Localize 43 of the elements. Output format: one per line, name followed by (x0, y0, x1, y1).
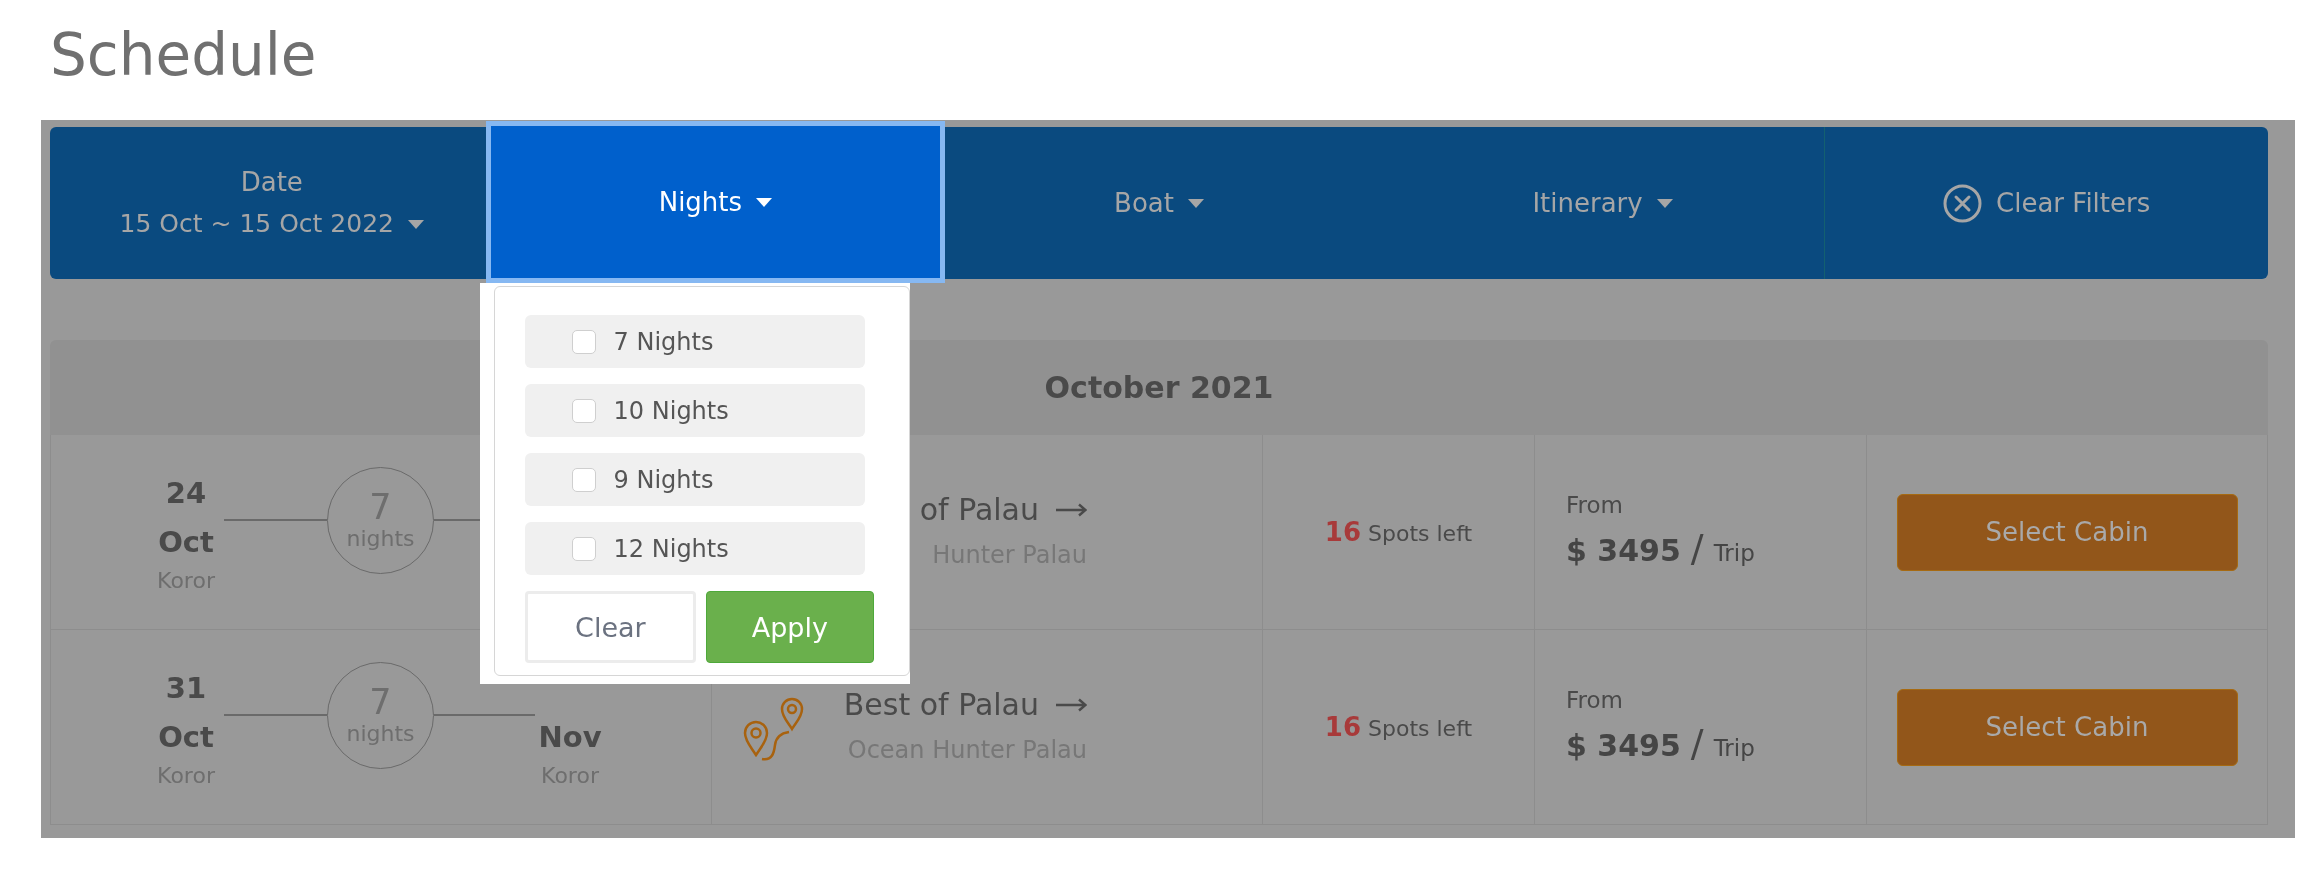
apply-button[interactable]: Apply (706, 591, 874, 663)
arrow-right-icon (1056, 698, 1087, 712)
caret-icon (756, 197, 773, 207)
clear-button[interactable]: Clear (524, 591, 697, 663)
spots-count: 16 (1324, 517, 1362, 547)
checkbox[interactable] (571, 329, 596, 354)
spots-count: 16 (1324, 712, 1362, 742)
trip-day: 31 (165, 663, 207, 713)
trip-month: Oct (158, 719, 214, 756)
select-cabin-button[interactable]: Select Cabin (1896, 493, 2238, 571)
spots-label: Spots left (1368, 716, 1473, 741)
price-amount: $ 3495 (1566, 726, 1681, 765)
caret-icon (1187, 198, 1204, 208)
month-title: October 2021 (1044, 370, 1274, 405)
clear-filters-button[interactable]: Clear Filters (1824, 127, 2268, 279)
nights-option[interactable]: 7 Nights (524, 315, 865, 368)
trip-month: Oct (158, 524, 214, 561)
trip-month: Nov (538, 719, 602, 756)
nights-option[interactable]: 9 Nights (524, 453, 865, 506)
filter-dropdown-button[interactable]: Itinerary (1380, 127, 1825, 279)
spots-label: Spots left (1368, 521, 1473, 546)
checkbox[interactable] (571, 536, 596, 561)
price-prefix: From (1566, 685, 1623, 715)
trip-title[interactable]: of Palau (919, 492, 1039, 528)
caret-icon (408, 219, 424, 229)
price-separator: / (1690, 524, 1704, 572)
filter-dropdown-button[interactable]: Nights (485, 121, 946, 283)
close-circle-icon (1943, 183, 1983, 223)
price-separator: / (1690, 719, 1704, 767)
checkbox[interactable] (571, 467, 596, 492)
price-unit: Trip (1713, 733, 1755, 763)
trip-day: 24 (165, 468, 207, 518)
price-amount: $ 3495 (1566, 531, 1681, 570)
nights-option[interactable]: 10 Nights (524, 384, 865, 437)
arrow-right-icon (1056, 503, 1087, 517)
checkbox[interactable] (571, 398, 596, 423)
trip-title[interactable]: Best of Palau (843, 687, 1039, 723)
page-title: Schedule (50, 22, 317, 88)
nights-option[interactable]: 12 Nights (524, 522, 865, 575)
caret-icon (1656, 198, 1673, 208)
price-unit: Trip (1713, 538, 1755, 568)
price-prefix: From (1566, 490, 1623, 520)
select-cabin-button[interactable]: Select Cabin (1896, 688, 2238, 766)
